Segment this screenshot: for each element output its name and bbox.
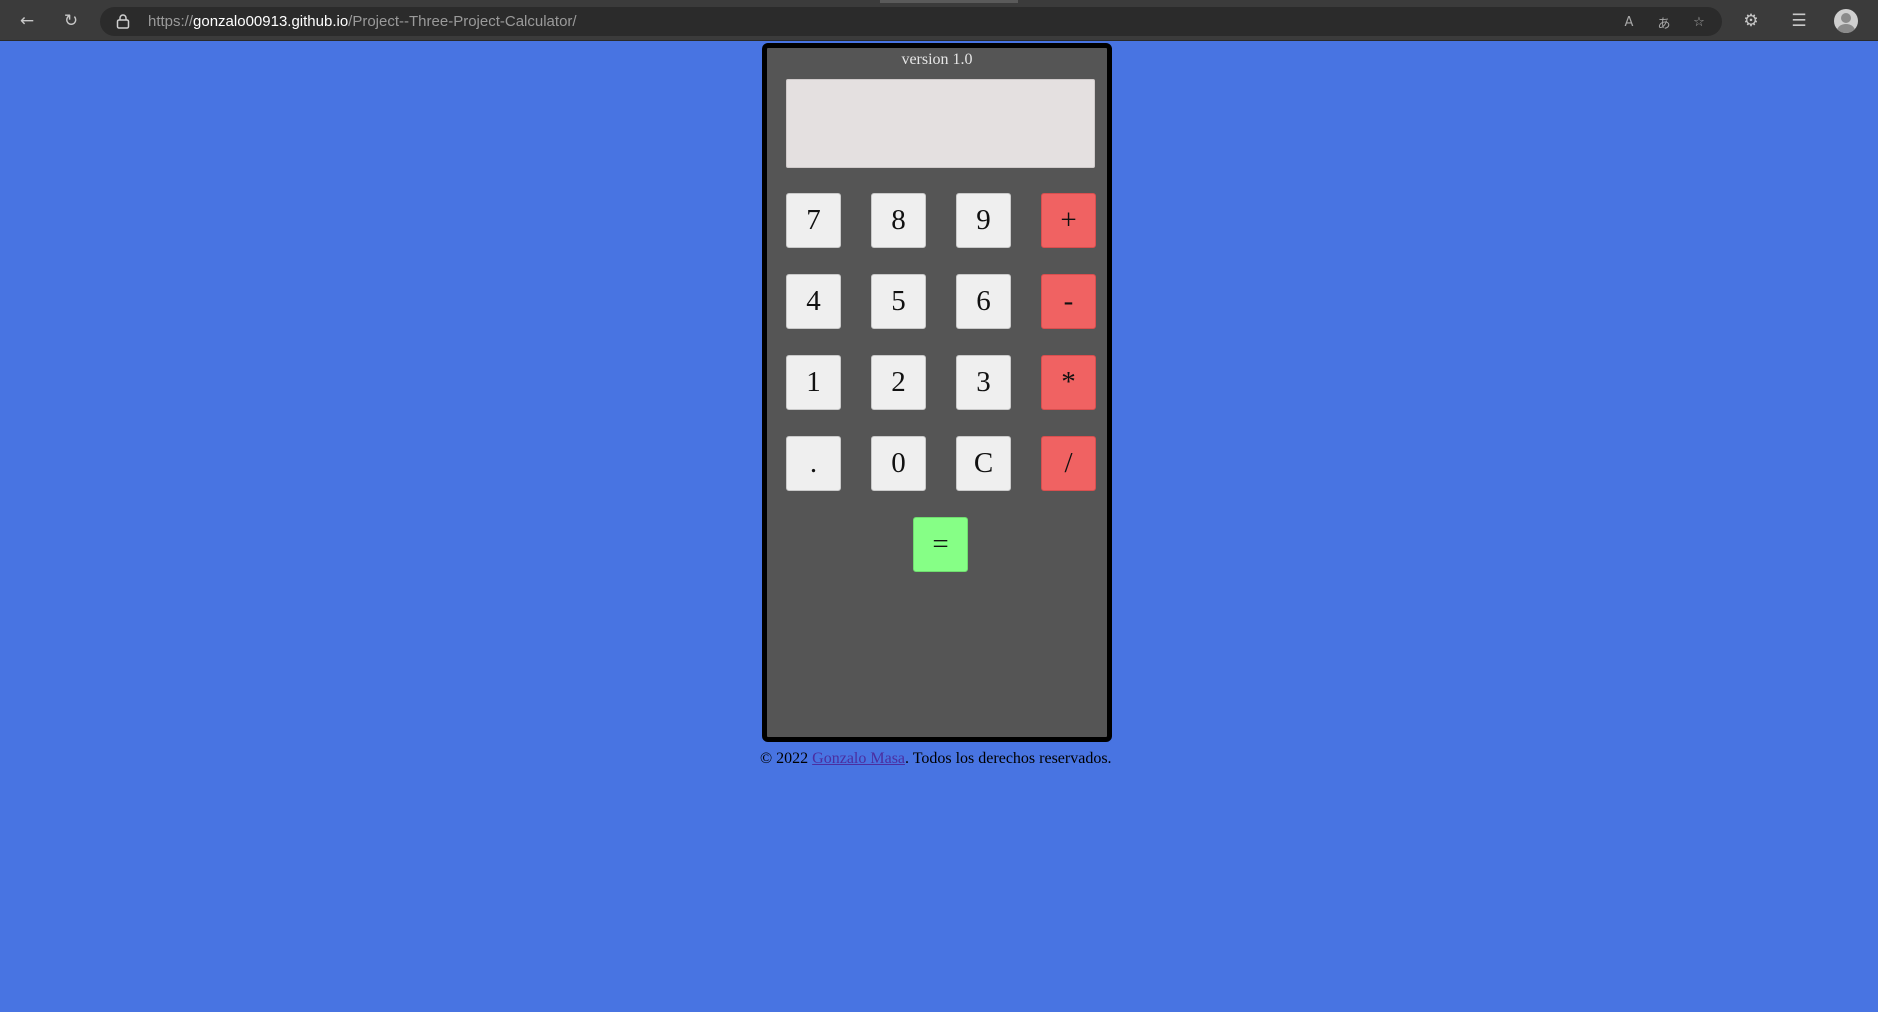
- calculator: version 1.0 7 8 9 + 4 5 6 - 1 2 3 * . 0 …: [762, 43, 1112, 742]
- key-dot[interactable]: .: [786, 436, 841, 491]
- add-favorite-icon[interactable]: ☆: [1688, 11, 1710, 33]
- key-9[interactable]: 9: [956, 193, 1011, 248]
- key-7[interactable]: 7: [786, 193, 841, 248]
- url-text[interactable]: https://gonzalo00913.github.io/Project--…: [148, 13, 577, 30]
- url-protocol: https://: [148, 13, 194, 30]
- key-divide[interactable]: /: [1041, 436, 1096, 491]
- key-4[interactable]: 4: [786, 274, 841, 329]
- key-equals[interactable]: =: [913, 517, 968, 572]
- author-link[interactable]: Gonzalo Masa: [812, 750, 905, 767]
- back-icon[interactable]: ←: [14, 8, 40, 34]
- translate-icon[interactable]: あ: [1653, 11, 1675, 33]
- extensions-icon[interactable]: ⚙: [1738, 8, 1764, 34]
- read-aloud-icon[interactable]: A: [1618, 11, 1640, 33]
- footer-suffix: . Todos los derechos reservados.: [905, 750, 1112, 767]
- key-plus[interactable]: +: [1041, 193, 1096, 248]
- browser-toolbar: ← ↻ https://gonzalo00913.github.io/Proje…: [0, 0, 1878, 41]
- footer-prefix: © 2022: [760, 750, 813, 767]
- profile-icon[interactable]: [1834, 9, 1858, 33]
- key-5[interactable]: 5: [871, 274, 926, 329]
- key-clear[interactable]: C: [956, 436, 1011, 491]
- calculator-display: [786, 79, 1095, 168]
- key-6[interactable]: 6: [956, 274, 1011, 329]
- url-path: /Project--Three-Project-Calculator/: [348, 13, 577, 30]
- favorites-icon[interactable]: ☰: [1786, 8, 1812, 34]
- refresh-icon[interactable]: ↻: [58, 8, 84, 34]
- tab-indicator: [880, 0, 1018, 3]
- address-bar[interactable]: https://gonzalo00913.github.io/Project--…: [100, 7, 1722, 36]
- key-multiply[interactable]: *: [1041, 355, 1096, 410]
- key-2[interactable]: 2: [871, 355, 926, 410]
- url-host: gonzalo00913.github.io: [193, 13, 349, 30]
- key-0[interactable]: 0: [871, 436, 926, 491]
- footer: © 2022 Gonzalo Masa. Todos los derechos …: [760, 750, 1112, 768]
- key-8[interactable]: 8: [871, 193, 926, 248]
- key-1[interactable]: 1: [786, 355, 841, 410]
- key-3[interactable]: 3: [956, 355, 1011, 410]
- version-label: version 1.0: [901, 51, 973, 68]
- lock-icon[interactable]: [116, 14, 130, 29]
- key-minus[interactable]: -: [1041, 274, 1096, 329]
